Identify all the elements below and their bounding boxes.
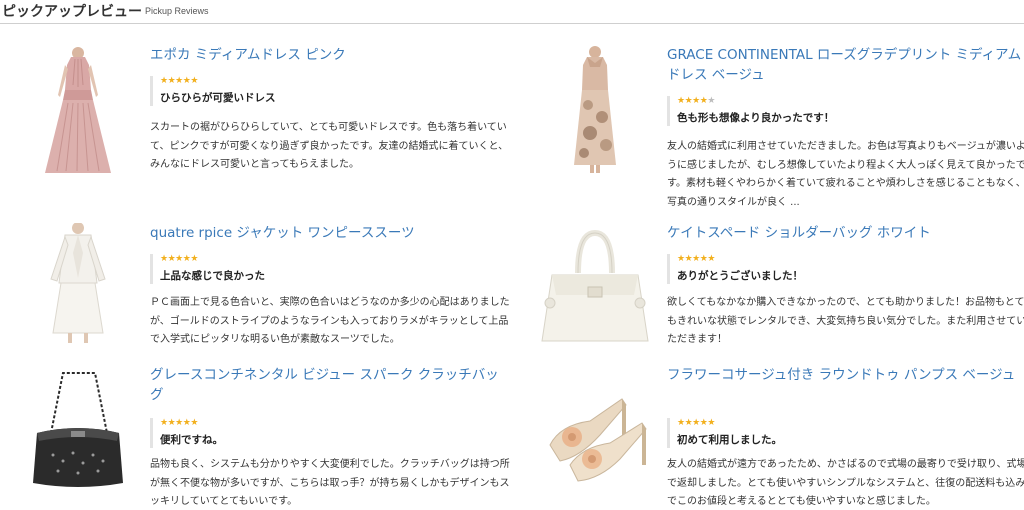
rating-block: ★★★★★ ありがとうございました！: [667, 254, 1024, 284]
review-headline: 初めて利用しました。: [677, 434, 782, 446]
white-suit-icon[interactable]: [13, 223, 143, 353]
review-card: グレースコンチネンタル ビジュー スパーク クラッチバッグ ★★★★★ 便利です…: [13, 365, 513, 510]
star-filled-icon: ★: [160, 76, 168, 86]
beige-dress-icon[interactable]: [530, 45, 660, 175]
white-handbag-icon[interactable]: [530, 223, 660, 353]
star-filled-icon: ★: [175, 76, 183, 86]
star-rating: ★★★★★: [677, 254, 1024, 266]
star-filled-icon: ★: [707, 254, 715, 264]
section-title: ピックアップレビュー: [2, 4, 142, 20]
review-body: 友人の結婚式が遠方であったため、かさばるので式場の最寄りで受け取り、式場で返却し…: [667, 459, 1024, 507]
pink-dress-icon[interactable]: [13, 45, 143, 175]
black-clutch-icon[interactable]: [13, 365, 143, 495]
product-title-link[interactable]: グレースコンチネンタル ビジュー スパーク クラッチバッグ: [150, 365, 510, 405]
review-headline: 便利ですね。: [160, 434, 223, 446]
rating-block: ★★★★★ 初めて利用しました。: [667, 418, 1024, 448]
rating-block: ★★★★★ ひらひらが可愛いドレス: [150, 76, 510, 106]
review-headline: 上品な感じで良かった: [160, 270, 265, 282]
star-filled-icon: ★: [160, 418, 168, 428]
star-filled-icon: ★: [190, 254, 198, 264]
review-headline: ありがとうございました！: [677, 270, 803, 282]
review-body: 友人の結婚式に利用させていただきました。お色は写真よりもベージュが濃いように感じ…: [667, 141, 1024, 208]
star-filled-icon: ★: [692, 418, 700, 428]
star-rating: ★★★★★: [677, 418, 1024, 430]
product-title-link[interactable]: GRACE CONTINENTAL ローズグラデプリント ミディアムドレス ベー…: [667, 45, 1024, 85]
review-body: ＰＣ画面上で見る色合いと、実際の色合いはどうなのか多少の心配はありましたが、ゴー…: [150, 297, 510, 345]
star-filled-icon: ★: [677, 96, 685, 106]
star-filled-icon: ★: [707, 418, 715, 428]
section-subtitle: Pickup Reviews: [145, 6, 209, 16]
star-empty-icon: ★: [707, 96, 715, 106]
product-title-link[interactable]: ケイトスペード ショルダーバッグ ホワイト: [667, 223, 1024, 243]
review-body: 欲しくてもなかなか購入できなかったので、とても助かりました！お品物もとてもきれい…: [667, 297, 1024, 345]
star-rating: ★★★★★: [160, 76, 510, 88]
star-filled-icon: ★: [190, 418, 198, 428]
star-filled-icon: ★: [190, 76, 198, 86]
review-card: エポカ ミディアムドレス ピンク ★★★★★ ひらひらが可愛いドレス スカートの…: [13, 45, 513, 215]
rating-block: ★★★★★ 上品な感じで良かった: [150, 254, 510, 284]
star-filled-icon: ★: [175, 254, 183, 264]
product-title-link[interactable]: quatre rpice ジャケット ワンピーススーツ: [150, 223, 510, 243]
review-body: スカートの裾がひらひらしていて、とても可愛いドレスです。色も落ち着いていて、ピン…: [150, 122, 509, 170]
review-card: GRACE CONTINENTAL ローズグラデプリント ミディアムドレス ベー…: [530, 45, 1024, 215]
star-filled-icon: ★: [692, 96, 700, 106]
product-title-link[interactable]: エポカ ミディアムドレス ピンク: [150, 45, 510, 65]
review-body: 品物も良く、システムも分かりやすく大変便利でした。クラッチバッグは持つ所が無く不…: [150, 459, 510, 507]
section-header: ピックアップレビュー Pickup Reviews: [0, 0, 1024, 24]
star-filled-icon: ★: [677, 254, 685, 264]
rating-block: ★★★★★ 便利ですね。: [150, 418, 510, 448]
star-filled-icon: ★: [677, 418, 685, 428]
beige-pumps-icon[interactable]: [530, 365, 660, 495]
star-filled-icon: ★: [692, 254, 700, 264]
star-filled-icon: ★: [160, 254, 168, 264]
review-headline: ひらひらが可愛いドレス: [160, 92, 276, 104]
product-title-link[interactable]: フラワーコサージュ付き ラウンドトゥ パンプス ベージュ: [667, 365, 1024, 385]
rating-block: ★★★★★ 色も形も想像より良かったです！: [667, 96, 1024, 126]
review-headline: 色も形も想像より良かったです！: [677, 112, 835, 124]
star-filled-icon: ★: [175, 418, 183, 428]
review-card: フラワーコサージュ付き ラウンドトゥ パンプス ベージュ ★★★★★ 初めて利用…: [530, 365, 1024, 510]
star-rating: ★★★★★: [677, 96, 1024, 108]
star-rating: ★★★★★: [160, 254, 510, 266]
star-rating: ★★★★★: [160, 418, 510, 430]
